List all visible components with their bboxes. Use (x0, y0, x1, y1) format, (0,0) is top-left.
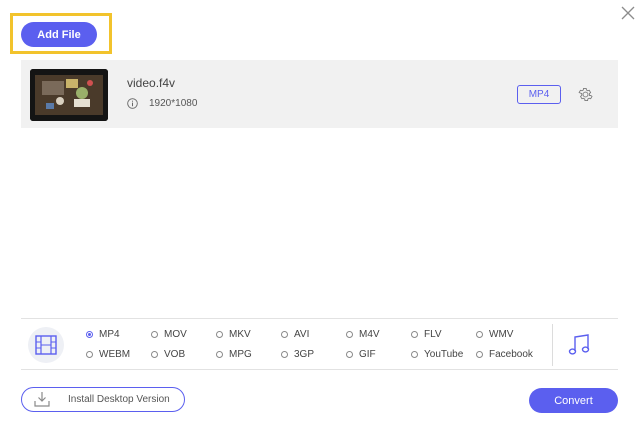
format-option-mkv[interactable]: MKV (216, 327, 251, 341)
format-option-gif[interactable]: GIF (346, 347, 376, 361)
format-option-vob[interactable]: VOB (151, 347, 185, 361)
format-option-flv[interactable]: FLV (411, 327, 442, 341)
format-option-facebook[interactable]: Facebook (476, 347, 533, 361)
info-icon (127, 96, 138, 109)
radio-button[interactable] (281, 350, 288, 358)
format-option-mpg[interactable]: MPG (216, 347, 252, 361)
gear-icon[interactable] (577, 86, 594, 103)
format-label: YouTube (424, 348, 464, 360)
format-label: MPG (229, 348, 252, 360)
download-icon (34, 392, 50, 407)
film-icon (35, 335, 57, 355)
format-option-webm[interactable]: WEBM (86, 347, 130, 361)
video-format-tab[interactable] (28, 327, 64, 363)
format-option-youtube[interactable]: YouTube (411, 347, 463, 361)
format-label: WEBM (99, 348, 131, 360)
radio-button[interactable] (346, 350, 353, 358)
format-label: MKV (229, 328, 251, 340)
radio-button[interactable] (476, 350, 483, 358)
radio-button[interactable] (86, 330, 93, 338)
close-icon[interactable] (619, 4, 637, 22)
radio-button[interactable] (151, 330, 158, 338)
format-label: MP4 (99, 328, 120, 340)
video-resolution: 1920*1080 (149, 98, 198, 109)
format-label: GIF (359, 348, 376, 360)
format-label: FLV (424, 328, 442, 340)
install-desktop-button[interactable]: Install Desktop Version (21, 387, 185, 412)
format-option-m4v[interactable]: M4V (346, 327, 380, 341)
format-option-mov[interactable]: MOV (151, 327, 187, 341)
radio-button[interactable] (281, 330, 288, 338)
format-option-avi[interactable]: AVI (281, 327, 309, 341)
convert-button[interactable]: Convert (529, 388, 618, 413)
video-thumbnail (30, 69, 108, 121)
format-label: MOV (164, 328, 187, 340)
radio-button[interactable] (86, 350, 93, 358)
format-option-3gp[interactable]: 3GP (281, 347, 314, 361)
add-file-button[interactable]: Add File (21, 22, 97, 47)
format-selector-bar: MP4 MOV MKV AVI M4V FLV WMV WEBM VOB MPG… (21, 318, 618, 370)
format-label: 3GP (294, 348, 315, 360)
format-option-wmv[interactable]: WMV (476, 327, 513, 341)
divider (552, 324, 553, 366)
format-label: M4V (359, 328, 380, 340)
output-format-badge[interactable]: MP4 (517, 85, 561, 104)
format-label: Facebook (489, 348, 533, 360)
install-desktop-label: Install Desktop Version (68, 394, 170, 405)
format-label: WMV (489, 328, 514, 340)
file-list-item: video.f4v 1920*1080 MP4 (21, 60, 618, 128)
format-option-mp4[interactable]: MP4 (86, 327, 120, 341)
radio-button[interactable] (216, 330, 223, 338)
radio-button[interactable] (151, 350, 158, 358)
file-name: video.f4v (127, 76, 176, 90)
format-label: AVI (294, 328, 310, 340)
radio-button[interactable] (476, 330, 483, 338)
radio-button[interactable] (411, 350, 418, 358)
radio-button[interactable] (411, 330, 418, 338)
music-note-icon[interactable] (566, 332, 592, 358)
format-label: VOB (164, 348, 186, 360)
radio-button[interactable] (216, 350, 223, 358)
radio-button[interactable] (346, 330, 353, 338)
